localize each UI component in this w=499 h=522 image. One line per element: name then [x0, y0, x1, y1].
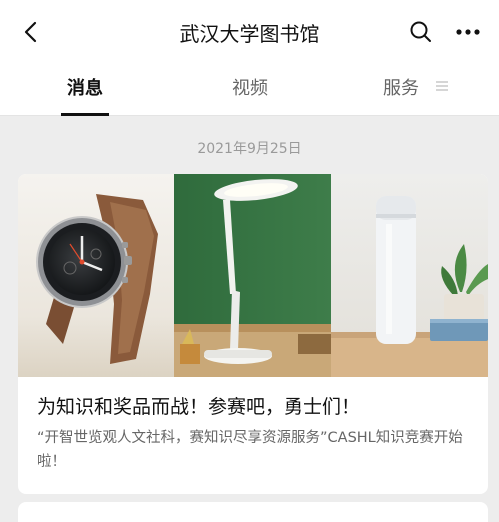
article-cover-image	[18, 174, 488, 377]
article-description: “开智世览观人文社科，赛知识尽享资源服务”CASHL知识竞赛开始啦！	[37, 430, 463, 470]
bottle-panel	[331, 174, 488, 377]
top-bar: 武汉大学图书馆	[0, 0, 499, 64]
lamp-panel	[174, 174, 331, 377]
next-article-card[interactable]	[18, 502, 488, 522]
tab-services[interactable]: 服务	[383, 74, 429, 108]
article-card[interactable]: 为知识和奖品而战！参赛吧，勇士们！ “开智世览观人文社科，赛知识尽享资源服务”C…	[18, 174, 488, 494]
search-icon[interactable]	[407, 18, 435, 46]
tab-bar: 消息 视频 服务	[0, 64, 499, 116]
active-tab-indicator	[61, 113, 109, 116]
article-title: 为知识和奖品而战！参赛吧，勇士们！	[37, 396, 361, 418]
watch-panel	[18, 174, 174, 377]
more-horizontal-icon[interactable]	[452, 18, 484, 46]
tab-messages[interactable]: 消息	[55, 74, 115, 108]
menu-icon[interactable]	[435, 80, 449, 92]
message-date: 2021年9月25日	[197, 141, 302, 157]
tab-videos[interactable]: 视频	[220, 74, 280, 108]
chevron-left-icon[interactable]	[18, 18, 46, 46]
